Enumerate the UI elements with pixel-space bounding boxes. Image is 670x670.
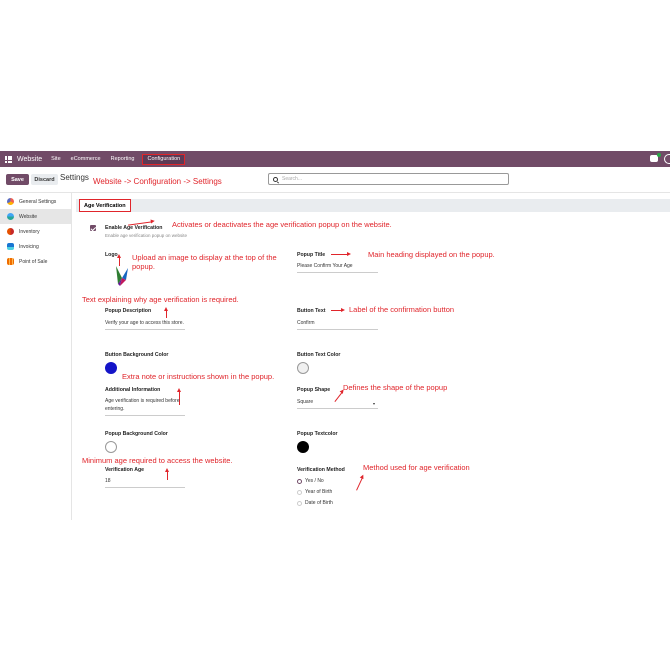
method-option-year-of-birth[interactable]: Year of Birth (297, 489, 332, 495)
popup-shape-select[interactable]: Square (297, 398, 378, 409)
popup-title-input[interactable]: Please Confirm Your Age (297, 262, 378, 273)
annotation-arrow (163, 307, 169, 318)
sidebar-item-label: Website (19, 213, 37, 220)
method-label: Date of Birth (305, 500, 333, 506)
method-label: Year of Birth (305, 489, 333, 495)
search-input[interactable]: Search... (268, 173, 509, 185)
popup-bg-color-label: Popup Background Color (105, 431, 168, 437)
annotation-enable: Activates or deactivates the age verific… (172, 220, 392, 229)
bird-logo-icon[interactable] (114, 264, 130, 288)
website-icon (7, 213, 14, 220)
annotation-logo: Upload an image to display at the top of… (132, 253, 277, 271)
annotation-arrow (331, 307, 345, 313)
popup-shape-label: Popup Shape (297, 387, 331, 393)
logo-label: Logo (105, 252, 118, 258)
annotation-arrow (331, 251, 351, 257)
verification-method-label: Verification Method (297, 467, 345, 473)
menu-reporting[interactable]: Reporting (109, 154, 137, 164)
annotation-age: Minimum age required to access the websi… (82, 456, 233, 465)
annotation-title: Main heading displayed on the popup. (368, 250, 495, 259)
menu-site[interactable]: Site (49, 154, 62, 164)
method-option-date-of-birth[interactable]: Date of Birth (297, 500, 333, 506)
sidebar-item-inventory[interactable]: Inventory (0, 224, 71, 239)
sidebar-item-label: General Settings (19, 198, 57, 205)
search-placeholder: Search... (282, 176, 303, 182)
sidebar-item-invoicing[interactable]: Invoicing (0, 239, 71, 254)
notification-badge (657, 153, 661, 157)
verification-age-label: Verification Age (105, 467, 145, 473)
inventory-icon (7, 228, 14, 235)
sidebar-item-general-settings[interactable]: General Settings (0, 194, 71, 209)
popup-bg-color-swatch[interactable] (105, 441, 117, 453)
popup-title-label: Popup Title (297, 252, 326, 258)
discard-button[interactable]: Discard (31, 174, 58, 185)
sidebar-item-label: Inventory (19, 228, 40, 235)
annotation-arrow (116, 254, 122, 266)
control-panel: Save Discard Settings Website -> Configu… (0, 167, 670, 193)
user-avatar-icon[interactable] (664, 154, 670, 164)
popup-description-label: Popup Description (105, 308, 152, 314)
additional-info-label: Additional Information (105, 387, 161, 393)
invoicing-icon (7, 243, 14, 250)
enable-label: Enable Age Verification (105, 225, 163, 231)
point-of-sale-icon (7, 258, 14, 265)
popup-description-input[interactable]: Verify your age to access this store. (105, 319, 185, 330)
button-text-color-swatch[interactable] (297, 362, 309, 374)
menu-ecommerce[interactable]: eCommerce (69, 154, 103, 164)
additional-info-input[interactable]: Age verification is required before ente… (105, 397, 185, 416)
enable-description: Enable age verification popup on website (105, 233, 188, 238)
button-bg-color-swatch[interactable] (105, 362, 117, 374)
annotation-method: Method used for age verification (363, 463, 470, 472)
section-title: Age Verification (79, 199, 131, 212)
search-icon (273, 176, 278, 182)
method-option-yes-no[interactable]: Yes / No (297, 478, 324, 484)
annotation-additional: Extra note or instructions shown in the … (122, 372, 275, 381)
apps-menu-icon[interactable] (5, 155, 12, 163)
verification-age-input[interactable]: 18 (105, 477, 185, 488)
button-bg-color-label: Button Background Color (105, 352, 169, 358)
save-button[interactable]: Save (6, 174, 29, 185)
sidebar-item-website[interactable]: Website (0, 209, 71, 224)
annotation-arrow (356, 477, 364, 491)
app-name[interactable]: Website (17, 156, 42, 163)
section-header: Age Verification (76, 199, 670, 212)
sidebar-item-label: Point of Sale (19, 258, 48, 265)
top-navbar: Website Site eCommerce Reporting Configu… (0, 151, 670, 167)
annotation-description: Text explaining why age verification is … (82, 295, 239, 304)
breadcrumb: Settings (60, 173, 89, 182)
popup-textcolor-swatch[interactable] (297, 441, 309, 453)
general-settings-icon (7, 198, 14, 205)
annotation-shape: Defines the shape of the popup (343, 383, 448, 392)
sidebar-item-point-of-sale[interactable]: Point of Sale (0, 254, 71, 269)
chevron-down-icon (373, 403, 375, 405)
settings-sidebar: General Settings Website Inventory Invoi… (0, 193, 72, 520)
menu-configuration[interactable]: Configuration (142, 153, 186, 165)
radio-icon[interactable] (297, 489, 302, 495)
button-text-label: Button Text (297, 308, 326, 314)
annotation-nav-path: Website -> Configuration -> Settings (93, 177, 222, 186)
annotation-button-text: Label of the confirmation button (349, 305, 455, 314)
method-label: Yes / No (305, 478, 324, 484)
radio-icon[interactable] (297, 500, 302, 506)
button-text-input[interactable]: Confirm (297, 319, 378, 330)
button-text-color-label: Button Text Color (297, 352, 341, 358)
enable-age-verification-checkbox[interactable] (90, 225, 96, 231)
popup-textcolor-label: Popup Textcolor (297, 431, 338, 437)
radio-selected-icon[interactable] (297, 478, 302, 484)
sidebar-item-label: Invoicing (19, 243, 39, 250)
